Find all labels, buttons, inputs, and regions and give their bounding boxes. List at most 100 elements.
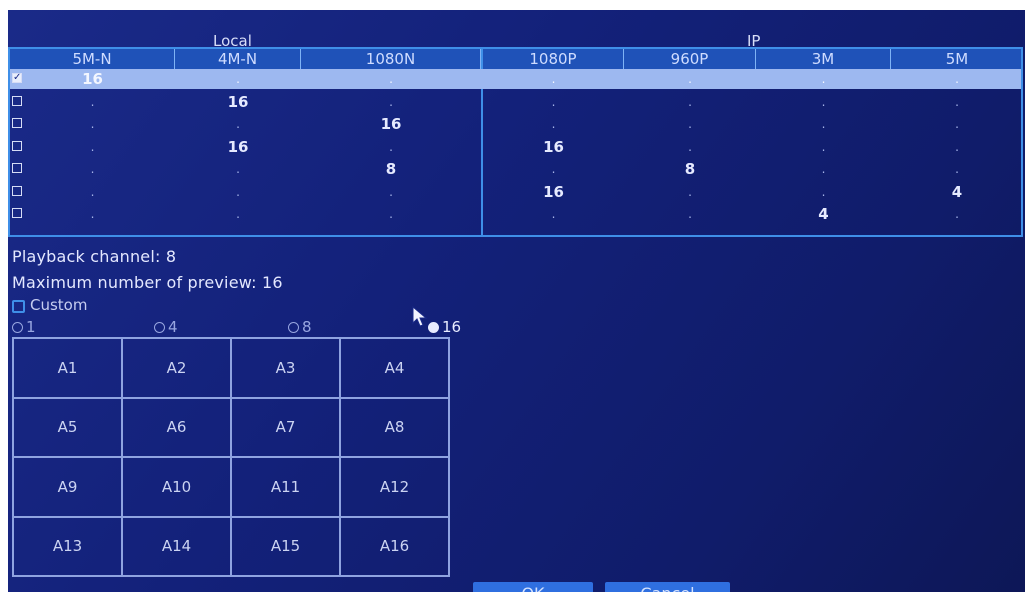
preview-config-screen: Local IP 5M-N 4M-N 1080N 1080P 960P 3M 5M ✓ 16.… [8, 10, 1025, 592]
table-cell: . [688, 117, 692, 131]
channel-cell[interactable]: A11 [231, 457, 340, 517]
table-cell: . [955, 72, 959, 86]
mouse-cursor-icon [412, 306, 428, 327]
table-cell: . [955, 94, 959, 109]
split-option-radio[interactable]: 1 [12, 318, 36, 336]
channel-cell[interactable]: A9 [13, 457, 122, 517]
split-option-radio[interactable]: 4 [154, 318, 178, 336]
custom-label: Custom [30, 296, 88, 314]
table-cell: . [90, 117, 95, 131]
table-cell: . [90, 139, 95, 154]
channel-grid: A1 A2 A3 A4 A5 A6 A7 A8 A9 A10 A11 A12 A13 A14 A15 A16 [12, 337, 450, 577]
table-cell: . [688, 94, 692, 109]
table-cell: . [955, 117, 959, 131]
table-cell: 16 [227, 92, 249, 111]
table-row[interactable]: ... 16.. 4 [10, 182, 1021, 202]
table-cell: . [389, 94, 393, 109]
table-cell: . [551, 72, 556, 86]
custom-checkbox[interactable] [12, 300, 25, 313]
table-cell: . [551, 94, 556, 109]
cancel-button[interactable]: Cancel [605, 582, 730, 592]
table-cell: . [551, 162, 556, 176]
radio-circle-icon [12, 321, 23, 333]
channel-cell[interactable]: A8 [340, 397, 449, 457]
table-cell: . [821, 184, 826, 199]
split-option-label: 4 [168, 318, 178, 336]
table-cell: 8 [684, 160, 696, 178]
table-cell: . [551, 207, 556, 221]
table-row[interactable]: ✓ 16...... [10, 69, 1021, 89]
table-cell: . [236, 72, 240, 86]
split-option-radio[interactable]: 16 [428, 318, 461, 336]
table-cell: . [90, 184, 95, 199]
channel-cell[interactable]: A5 [13, 397, 122, 457]
table-row[interactable]: .. 16.... [10, 114, 1021, 134]
channel-cell[interactable]: A7 [231, 397, 340, 457]
table-cell: . [236, 207, 240, 221]
column-header-row: 5M-N 4M-N 1080N 1080P 960P 3M 5M [10, 49, 1021, 70]
table-cell: 16 [82, 70, 103, 88]
table-row[interactable]: ..... 4. [10, 204, 1021, 224]
table-cell: . [90, 162, 95, 176]
playback-channel-text: Playback channel: 8 [12, 247, 177, 266]
table-row[interactable]: . 16..... [10, 92, 1021, 112]
channel-cell[interactable]: A3 [231, 338, 340, 398]
channel-cell[interactable]: A6 [122, 397, 231, 457]
table-cell: . [821, 94, 826, 109]
column-header: 960P [624, 49, 756, 69]
table-cell: . [551, 117, 556, 131]
channel-resolution-table: 5M-N 4M-N 1080N 1080P 960P 3M 5M ✓ 16....... 16.… [8, 47, 1023, 237]
table-cell: . [389, 184, 393, 199]
column-header: 5M-N [10, 49, 175, 69]
table-cell: 16 [543, 182, 564, 201]
channel-cell[interactable]: A10 [122, 457, 231, 517]
channel-cell[interactable]: A12 [340, 457, 449, 517]
table-cell: . [821, 72, 826, 86]
table-cell: 4 [818, 205, 829, 223]
column-header: 3M [756, 49, 891, 69]
table-row[interactable]: .. 8. 8.. [10, 159, 1021, 179]
table-cell: 8 [385, 160, 397, 178]
channel-cell[interactable]: A4 [340, 338, 449, 398]
column-header: 1080P [483, 49, 624, 69]
table-cell: . [389, 72, 393, 86]
table-cell: . [955, 162, 959, 176]
split-option-label: 16 [442, 318, 462, 336]
table-cell: . [90, 207, 95, 221]
channel-cell[interactable]: A13 [13, 516, 122, 576]
table-cell: . [821, 162, 826, 176]
radio-circle-icon [154, 321, 165, 333]
column-header: 5M [945, 50, 969, 68]
table-cell: . [90, 94, 95, 109]
table-cell: . [821, 117, 826, 131]
table-cell: 4 [951, 182, 963, 201]
max-preview-text: Maximum number of preview: 16 [12, 273, 283, 292]
table-row[interactable]: . 16. 16... [10, 137, 1021, 157]
table-cell: . [236, 162, 240, 176]
channel-cell[interactable]: A14 [122, 516, 231, 576]
table-cell: 16 [227, 137, 249, 156]
channel-cell[interactable]: A15 [231, 516, 340, 576]
radio-circle-icon [288, 321, 299, 333]
table-cell: . [955, 207, 959, 221]
table-cell: . [821, 139, 826, 154]
split-option-label: 1 [26, 318, 36, 336]
table-cell: . [236, 184, 240, 199]
table-cell: . [688, 207, 692, 221]
channel-cell[interactable]: A2 [122, 338, 231, 398]
table-cell: . [389, 207, 393, 221]
channel-cell[interactable]: A16 [340, 516, 449, 576]
table-cell: . [236, 117, 240, 131]
column-header: 4M-N [175, 49, 301, 69]
table-cell: . [688, 184, 692, 199]
table-cell: 16 [543, 137, 564, 156]
column-header: 1080N [301, 49, 481, 69]
ok-button[interactable]: OK [473, 582, 593, 592]
table-cell: . [389, 139, 393, 154]
split-option-radio[interactable]: 8 [288, 318, 312, 336]
table-cell: . [955, 139, 959, 154]
table-cell: . [688, 72, 692, 86]
channel-cell[interactable]: A1 [13, 338, 122, 398]
table-cell: 16 [380, 115, 402, 133]
table-cell: . [688, 139, 692, 154]
